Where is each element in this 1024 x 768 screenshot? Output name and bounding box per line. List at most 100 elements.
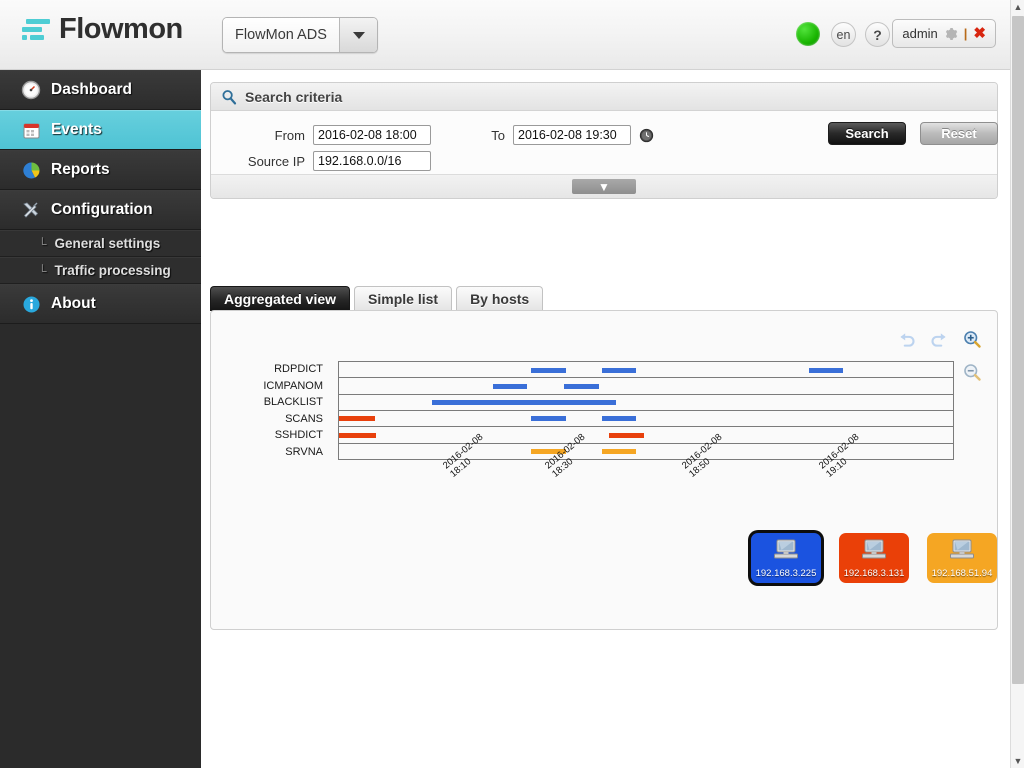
pie-chart-icon xyxy=(20,159,42,181)
zoom-in-icon[interactable] xyxy=(962,329,983,350)
host-legend-item[interactable]: 192.168.3.225 xyxy=(751,533,821,583)
user-menu-separator: | xyxy=(963,26,968,41)
tab-label: Aggregated view xyxy=(224,291,337,307)
tab-by-hosts[interactable]: By hosts xyxy=(456,286,544,311)
application-window: Flowmon FlowMon ADS en ? admin | ✖ Dashb… xyxy=(0,0,1024,768)
redo-icon[interactable] xyxy=(929,329,950,350)
timeline-row xyxy=(339,395,953,411)
timeline-event-bar[interactable] xyxy=(339,432,376,438)
sidebar-item-events[interactable]: Events xyxy=(0,110,201,150)
undo-icon[interactable] xyxy=(896,329,917,350)
sidebar-item-reports[interactable]: Reports xyxy=(0,150,201,190)
aggregated-view-panel: RDPDICT ICMPANOM BLACKLIST SCANS SSHDICT… xyxy=(210,310,998,630)
gauge-icon xyxy=(20,79,42,101)
chevron-down-icon xyxy=(352,31,365,39)
tab-aggregated-view[interactable]: Aggregated view xyxy=(210,286,351,311)
timeline-row xyxy=(339,362,953,379)
chevron-down-icon: ▼ xyxy=(1013,755,1023,766)
computer-icon xyxy=(862,539,886,559)
sidebar-item-label: Reports xyxy=(51,161,110,178)
host-legend-item[interactable]: 192.168.3.131 xyxy=(839,533,909,583)
source-ip-label: Source IP xyxy=(247,153,305,169)
user-menu[interactable]: admin | ✖ xyxy=(892,19,996,48)
search-panel-header: Search criteria xyxy=(211,83,997,111)
calendar-icon xyxy=(20,119,42,141)
collapse-panel-button[interactable]: ▼ xyxy=(572,179,636,194)
gear-icon[interactable] xyxy=(944,27,958,41)
timeline-event-bar[interactable] xyxy=(601,416,637,422)
scrollbar-thumb[interactable] xyxy=(1012,16,1024,684)
sidebar-item-configuration[interactable]: Configuration xyxy=(0,190,201,230)
logout-icon[interactable]: ✖ xyxy=(973,26,986,41)
search-button-label: Search xyxy=(845,126,889,141)
computer-icon xyxy=(950,539,974,559)
reset-button-label: Reset xyxy=(941,126,977,141)
source-ip-input[interactable] xyxy=(313,151,431,171)
to-input[interactable] xyxy=(513,125,631,145)
sidebar-subitem-label: General settings xyxy=(54,236,161,251)
sidebar-item-label: About xyxy=(51,295,96,312)
tree-branch-icon: └ xyxy=(38,236,47,251)
category-label: SSHDICT xyxy=(274,429,323,441)
category-label: BLACKLIST xyxy=(263,396,323,408)
zoom-out-icon[interactable] xyxy=(962,362,983,383)
chart-category-labels: RDPDICT ICMPANOM BLACKLIST SCANS SSHDICT… xyxy=(211,361,331,460)
scroll-up-button[interactable]: ▲ xyxy=(1011,0,1024,14)
reset-button[interactable]: Reset xyxy=(920,122,998,145)
search-button[interactable]: Search xyxy=(828,122,906,145)
tab-simple-list[interactable]: Simple list xyxy=(354,286,453,311)
computer-icon xyxy=(774,539,798,559)
timeline-event-bar[interactable] xyxy=(492,383,527,389)
from-label: From xyxy=(274,127,305,143)
module-selector[interactable]: FlowMon ADS xyxy=(222,17,378,53)
timeline-event-bar[interactable] xyxy=(531,416,566,422)
chevron-up-icon: ▲ xyxy=(1013,1,1023,12)
sidebar-item-label: Dashboard xyxy=(51,81,132,98)
timeline-row xyxy=(339,378,953,395)
sidebar-item-about[interactable]: About xyxy=(0,284,201,324)
chevron-down-icon: ▼ xyxy=(598,179,610,194)
from-input[interactable] xyxy=(313,125,431,145)
language-button[interactable]: en xyxy=(831,22,856,47)
page-title: Search criteria xyxy=(245,88,343,105)
tools-icon xyxy=(20,199,42,221)
timeline-event-bar[interactable] xyxy=(808,367,844,373)
from-field-group: From xyxy=(259,125,431,145)
sidebar-item-label: Configuration xyxy=(51,201,153,218)
top-header-bar: Flowmon FlowMon ADS en ? admin | ✖ xyxy=(0,0,1010,70)
help-button[interactable]: ? xyxy=(865,22,890,47)
timeline-event-bar[interactable] xyxy=(609,432,644,438)
category-label: RDPDICT xyxy=(274,363,323,375)
tab-label: By hosts xyxy=(470,291,530,307)
timeline-event-bar[interactable] xyxy=(601,449,637,455)
page-scrollbar[interactable]: ▲ ▼ xyxy=(1010,0,1024,768)
sidebar-item-general-settings[interactable]: └ General settings xyxy=(0,230,201,257)
timeline-event-bar[interactable] xyxy=(601,367,637,373)
category-label: ICMPANOM xyxy=(263,379,323,392)
host-ip-label: 192.168.51.94 xyxy=(931,568,993,579)
scroll-down-button[interactable]: ▼ xyxy=(1011,754,1024,768)
main-content: Search criteria From To xyxy=(201,70,1010,768)
search-icon xyxy=(222,89,237,104)
host-legend-item[interactable]: 192.168.51.94 xyxy=(927,533,997,583)
sidebar-navigation: Dashboard Events Reports Configuration └… xyxy=(0,70,201,768)
help-label: ? xyxy=(873,26,882,43)
to-field-group: To xyxy=(489,125,654,145)
brand-logo[interactable]: Flowmon xyxy=(20,13,183,46)
search-criteria-panel: Search criteria From To xyxy=(210,82,998,199)
search-panel-body: From To Source IP xyxy=(211,111,998,175)
timeline-event-bar[interactable] xyxy=(531,367,566,373)
module-selector-label: FlowMon ADS xyxy=(223,18,339,52)
timeline-event-bar[interactable] xyxy=(339,416,375,422)
timeline-event-bar[interactable] xyxy=(564,383,600,389)
search-panel-footer: ▼ xyxy=(211,174,997,198)
module-selector-arrow[interactable] xyxy=(339,18,377,52)
clock-icon[interactable] xyxy=(639,128,654,143)
tree-branch-icon: └ xyxy=(38,263,47,278)
sidebar-item-dashboard[interactable]: Dashboard xyxy=(0,70,201,110)
host-legend: 192.168.3.225 192.168.3.131 192.168.51.94 xyxy=(751,533,997,583)
timeline-event-bar[interactable] xyxy=(431,400,616,406)
brand-name: Flowmon xyxy=(59,13,183,45)
sidebar-item-traffic-processing[interactable]: └ Traffic processing xyxy=(0,257,201,284)
category-label: SCANS xyxy=(285,412,323,425)
